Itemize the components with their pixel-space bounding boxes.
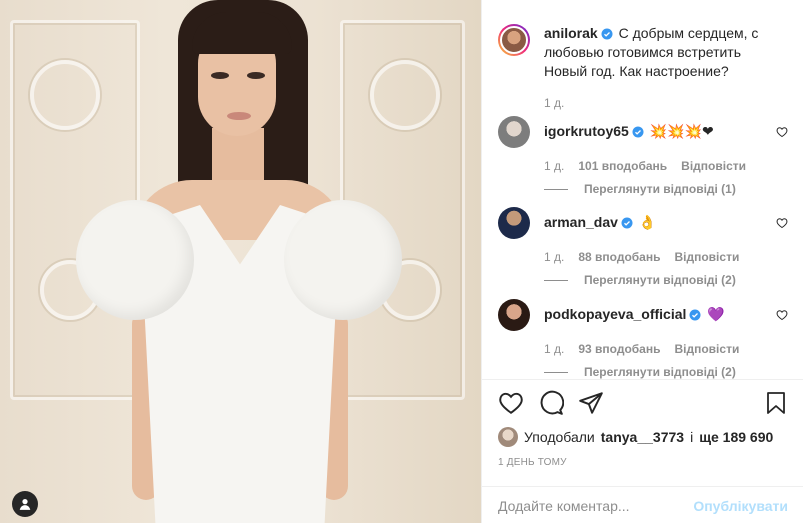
comment-likes[interactable]: 101 вподобань — [578, 159, 667, 173]
replies-dash — [544, 279, 568, 281]
bookmark-icon[interactable] — [764, 390, 788, 416]
eye-right — [247, 72, 265, 79]
reply-button[interactable]: Відповісти — [681, 159, 746, 173]
view-replies-button[interactable]: Переглянути відповіді (1) — [544, 182, 788, 196]
comment-likes[interactable]: 88 вподобань — [578, 250, 660, 264]
caption-time[interactable]: 1 д. — [544, 96, 564, 110]
comment-time[interactable]: 1 д. — [544, 250, 564, 264]
share-icon[interactable] — [578, 390, 604, 416]
comment-avatar[interactable] — [498, 207, 530, 239]
comment-icon[interactable] — [538, 390, 564, 416]
lips — [227, 112, 251, 120]
dress-sleeve-right — [284, 200, 402, 320]
view-replies-button[interactable]: Переглянути відповіді (2) — [544, 273, 788, 287]
comment-username[interactable]: igorkrutoy65 — [544, 123, 629, 139]
verified-badge-icon — [621, 217, 633, 229]
reply-button[interactable]: Відповісти — [674, 250, 739, 264]
comment-time[interactable]: 1 д. — [544, 342, 564, 356]
likes-prefix: Уподобали — [524, 429, 595, 445]
eye-left — [211, 72, 229, 79]
comment: podkopayeva_official 💜 1 д. 93 вподобань В… — [498, 299, 788, 379]
view-replies-label: Переглянути відповіді (2) — [584, 273, 736, 287]
view-replies-button[interactable]: Переглянути відповіді (2) — [544, 365, 788, 379]
view-replies-label: Переглянути відповіді (2) — [584, 365, 736, 379]
likes-joiner: і — [690, 429, 694, 445]
comment-likes[interactable]: 93 вподобань — [578, 342, 660, 356]
replies-dash — [544, 371, 568, 373]
comment-text: 💥💥💥❤ — [649, 123, 714, 139]
verified-badge-icon — [632, 126, 644, 138]
molding-ornament — [370, 60, 440, 130]
comment-avatar[interactable] — [498, 116, 530, 148]
author-avatar[interactable] — [498, 24, 530, 56]
comment-like-icon[interactable] — [776, 126, 788, 138]
comment-text: 👌 — [638, 214, 657, 230]
post-sidebar: anilorak С добрым сердцем, с любовью гот… — [481, 0, 803, 523]
comment: igorkrutoy65 💥💥💥❤ 1 д. 101 вподобань Відпо… — [498, 116, 788, 196]
reply-button[interactable]: Відповісти — [674, 342, 739, 356]
verified-badge-icon — [601, 28, 613, 40]
instagram-post: anilorak С добрым сердцем, с любовью гот… — [0, 0, 803, 523]
molding-ornament — [30, 60, 100, 130]
likes-count[interactable]: ще 189 690 — [699, 429, 773, 445]
view-replies-label: Переглянути відповіді (1) — [584, 182, 736, 196]
tagged-user-icon[interactable] — [12, 491, 38, 517]
replies-dash — [544, 188, 568, 190]
comment-text: 💜 — [707, 306, 725, 322]
author-username[interactable]: anilorak — [544, 25, 598, 41]
comment-username[interactable]: arman_dav — [544, 214, 618, 230]
add-comment-bar: Опублікувати — [482, 486, 803, 523]
comment-username[interactable]: podkopayeva_official — [544, 306, 686, 322]
post-caption: anilorak С добрым сердцем, с любовью гот… — [498, 24, 788, 81]
verified-badge-icon — [689, 309, 701, 321]
hair-bangs — [192, 12, 292, 54]
likes-summary: Уподобали tanya__3773 і ще 189 690 — [498, 427, 773, 447]
dress-sleeve-left — [76, 200, 194, 320]
post-actions: Уподобали tanya__3773 і ще 189 690 1 ДЕН… — [482, 379, 803, 523]
action-icons — [498, 390, 788, 416]
liker-username[interactable]: tanya__3773 — [601, 429, 684, 445]
post-photo[interactable] — [0, 0, 481, 523]
comment-like-icon[interactable] — [776, 217, 788, 229]
comment-like-icon[interactable] — [776, 309, 788, 321]
post-timestamp[interactable]: 1 ДЕНЬ ТОМУ — [498, 457, 567, 468]
author-avatar-image — [500, 26, 528, 54]
comment: arman_dav 👌 1 д. 88 вподобань Відповісти П… — [498, 207, 788, 287]
neck — [212, 128, 264, 188]
comment-input[interactable] — [498, 497, 694, 514]
liker-avatar[interactable] — [498, 427, 518, 447]
caption-text-block: anilorak С добрым сердцем, с любовью гот… — [544, 24, 788, 81]
heart-icon[interactable] — [498, 390, 524, 416]
comment-time[interactable]: 1 д. — [544, 159, 564, 173]
comment-avatar[interactable] — [498, 299, 530, 331]
publish-button[interactable]: Опублікувати — [693, 498, 788, 514]
